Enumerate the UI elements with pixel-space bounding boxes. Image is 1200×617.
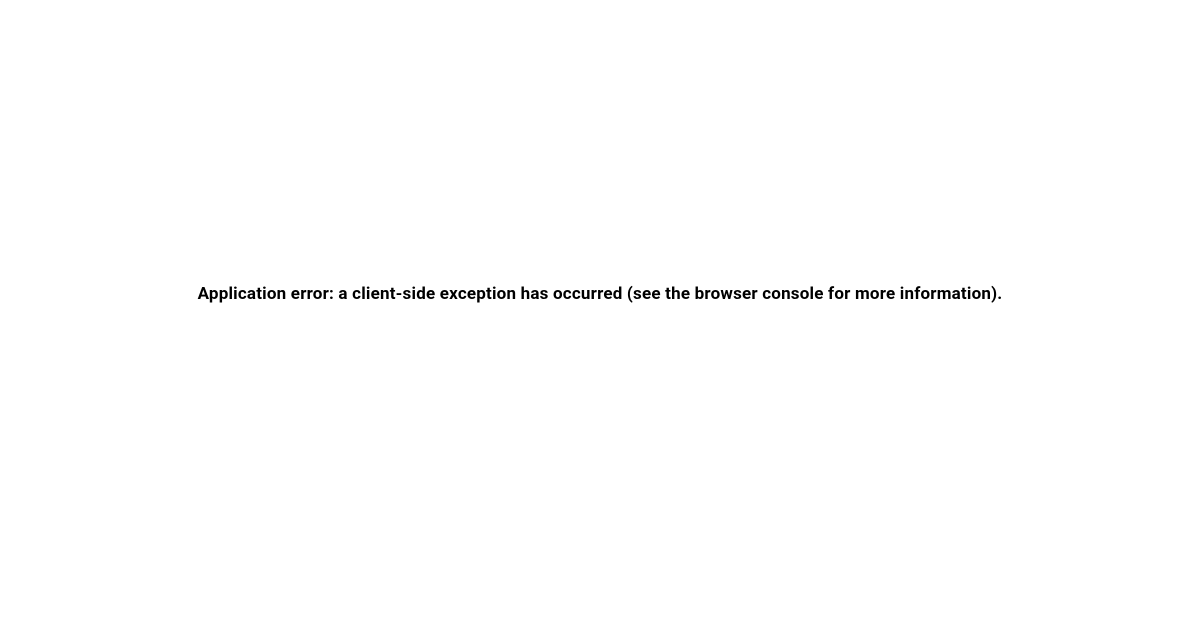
error-message: Application error: a client-side excepti… [198,284,1003,304]
error-container: Application error: a client-side excepti… [0,0,1200,617]
